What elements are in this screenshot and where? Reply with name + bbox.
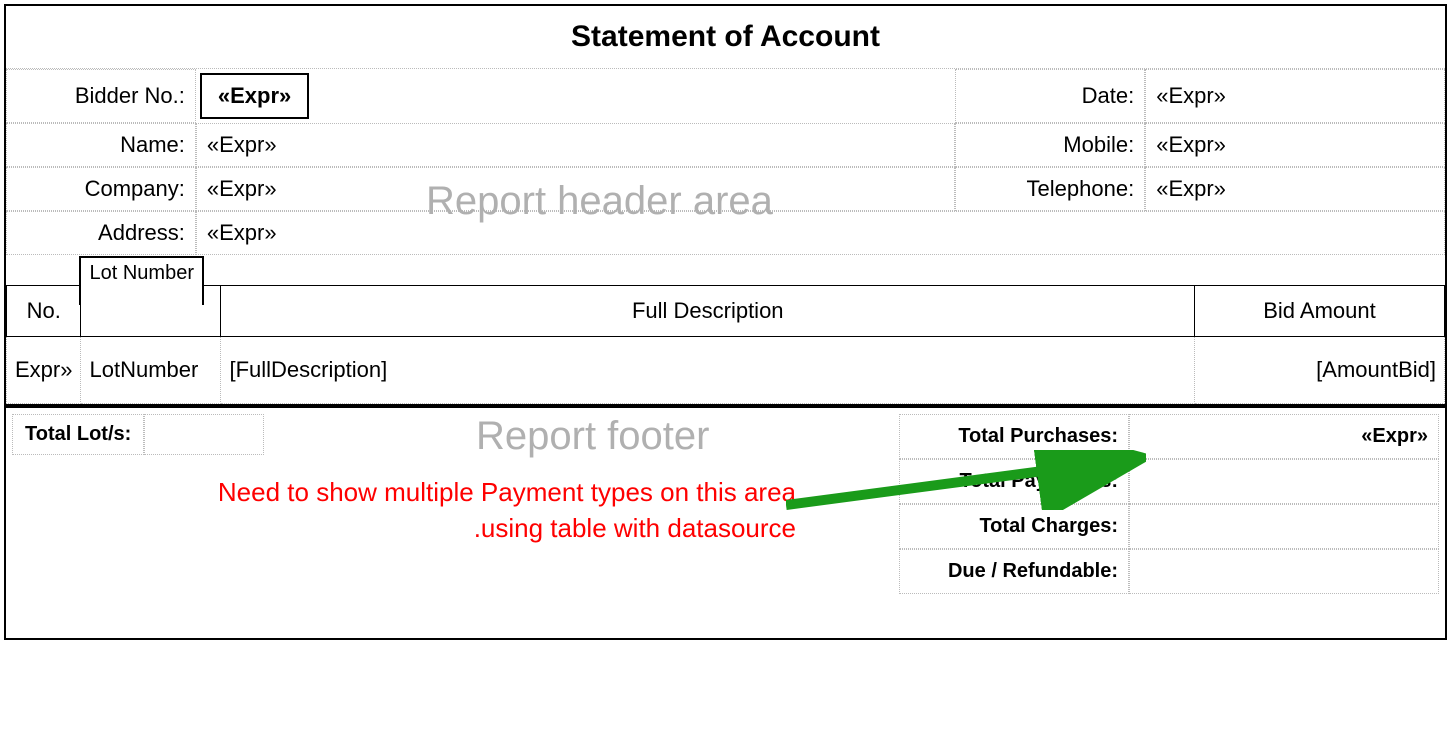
total-charges-value xyxy=(1129,504,1439,549)
report-header-area: Report header area Bidder No.: «Expr» Da… xyxy=(6,69,1445,285)
total-purchases-value: «Expr» xyxy=(1129,414,1439,459)
col-bid-amount: Bid Amount xyxy=(1195,286,1445,337)
annotation-line2: .using table with datasource xyxy=(474,513,796,543)
cell-full-description: [FullDescription] xyxy=(221,337,1195,404)
cell-no: Expr» xyxy=(7,337,81,404)
report-footer-area: Report footer Total Lot/s: Total Purchas… xyxy=(6,408,1445,638)
address-value: «Expr» xyxy=(196,211,1445,255)
mobile-label: Mobile: xyxy=(955,123,1145,167)
company-label: Company: xyxy=(6,167,196,211)
totals-block: Total Purchases: «Expr» Total Payment/s:… xyxy=(899,414,1439,594)
telephone-label: Telephone: xyxy=(955,167,1145,211)
lot-number-tab: Lot Number xyxy=(79,256,204,305)
report-title: Statement of Account xyxy=(6,6,1445,69)
detail-section: No. Lot Number Full Description Bid Amou… xyxy=(6,285,1445,408)
table-header-row: No. Lot Number Full Description Bid Amou… xyxy=(7,286,1445,337)
annotation-line1: Need to show multiple Payment types on t… xyxy=(218,477,796,507)
due-refundable-label: Due / Refundable: xyxy=(899,549,1129,594)
cell-bid-amount: [AmountBid] xyxy=(1195,337,1445,404)
mobile-value: «Expr» xyxy=(1145,123,1445,167)
report-container: Statement of Account Report header area … xyxy=(4,4,1447,640)
address-label: Address: xyxy=(6,211,196,255)
total-lots-value xyxy=(144,414,264,455)
total-row: Total Payment/s: xyxy=(899,459,1439,504)
annotation-text: Need to show multiple Payment types on t… xyxy=(196,474,796,547)
total-lots-label: Total Lot/s: xyxy=(12,414,144,455)
due-refundable-value xyxy=(1129,549,1439,594)
telephone-value: «Expr» xyxy=(1145,167,1445,211)
cell-lot-number: LotNumber xyxy=(81,337,221,404)
company-value: «Expr» xyxy=(196,167,955,211)
total-payments-value xyxy=(1129,459,1439,504)
bidder-no-label: Bidder No.: xyxy=(6,69,196,123)
total-row: Total Purchases: «Expr» xyxy=(899,414,1439,459)
detail-table: No. Lot Number Full Description Bid Amou… xyxy=(6,285,1445,404)
name-value: «Expr» xyxy=(196,123,955,167)
total-row: Total Charges: xyxy=(899,504,1439,549)
col-lot-number: Lot Number xyxy=(81,286,221,337)
total-purchases-label: Total Purchases: xyxy=(899,414,1129,459)
date-label: Date: xyxy=(955,69,1145,123)
table-data-row: Expr» LotNumber [FullDescription] [Amoun… xyxy=(7,337,1445,404)
name-label: Name: xyxy=(6,123,196,167)
total-charges-label: Total Charges: xyxy=(899,504,1129,549)
total-row: Due / Refundable: xyxy=(899,549,1439,594)
bidder-no-value: «Expr» xyxy=(200,73,309,119)
date-value: «Expr» xyxy=(1145,69,1445,123)
col-full-description: Full Description xyxy=(221,286,1195,337)
total-payments-label: Total Payment/s: xyxy=(899,459,1129,504)
col-no: No. xyxy=(7,286,81,337)
